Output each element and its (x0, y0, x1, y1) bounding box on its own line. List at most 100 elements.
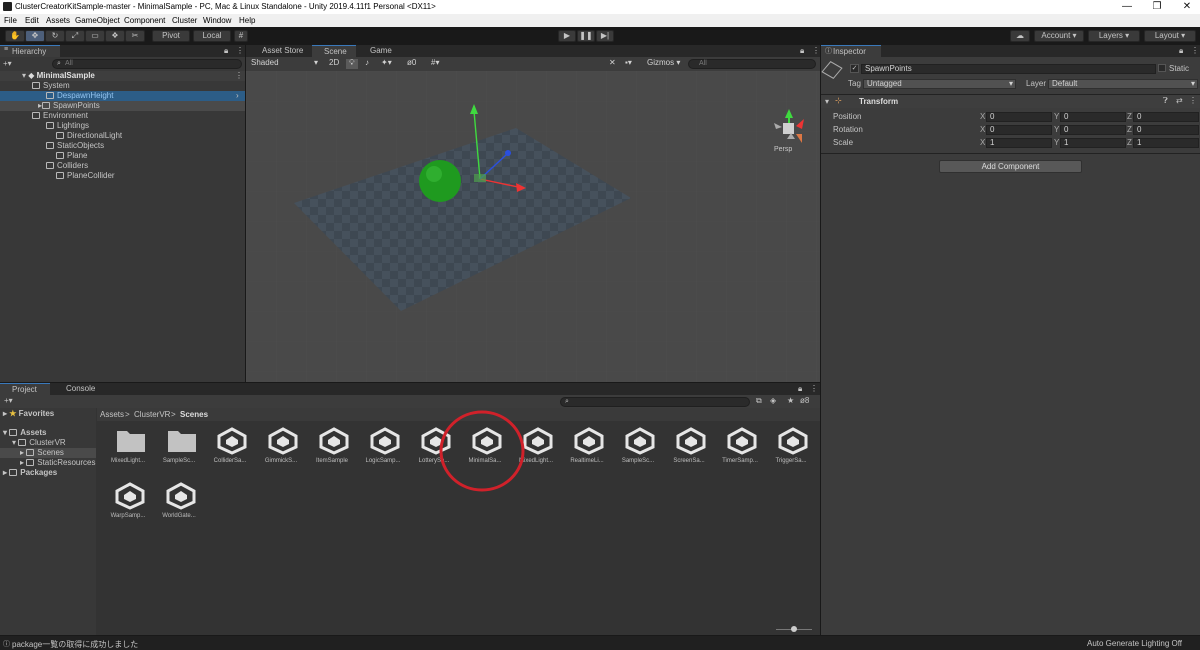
effects-dropdown-icon[interactable]: ✦▾ (378, 59, 400, 69)
hand-tool-icon[interactable]: ✋ (5, 30, 25, 42)
favorites-row[interactable]: ▸ ★ Favorites (3, 409, 54, 419)
tree-item-plane[interactable]: Plane (56, 151, 87, 161)
menu-file[interactable]: File (4, 16, 17, 25)
rotation-y-input[interactable]: 0 (1060, 125, 1126, 135)
object-name-field[interactable]: SpawnPoints (861, 64, 1156, 74)
pause-button[interactable]: ❚❚ (577, 30, 595, 42)
scene-menu-icon[interactable]: ⋮ (235, 71, 243, 81)
tools-icon[interactable]: ✕ (606, 59, 618, 69)
menu-edit[interactable]: Edit (25, 16, 39, 25)
tab-asset-store[interactable]: Asset Store (250, 45, 308, 57)
position-z-input[interactable]: 0 (1133, 112, 1199, 122)
persp-label[interactable]: Persp (774, 146, 792, 153)
menu-window[interactable]: Window (203, 16, 231, 25)
green-sphere[interactable] (419, 160, 461, 202)
chevron-right-icon[interactable]: › (236, 91, 239, 101)
pivot-toggle[interactable]: Pivot (152, 30, 190, 42)
rotation-z-input[interactable]: 0 (1133, 125, 1199, 135)
tree-item-spawnpoints[interactable]: ▸ SpawnPoints (0, 101, 245, 111)
2d-toggle[interactable]: 2D (326, 59, 340, 69)
chevron-down-icon[interactable]: ▾ (825, 97, 829, 106)
asset-item[interactable]: SampleSc... (613, 423, 663, 473)
asset-item[interactable]: ScreenSa... (664, 423, 714, 473)
move-tool-icon[interactable]: ✥ (25, 30, 45, 42)
menu-assets[interactable]: Assets (46, 16, 70, 25)
tree-item-planecollider[interactable]: PlaneCollider (56, 171, 115, 181)
menu-kebab-icon[interactable]: ⋮ (1191, 46, 1199, 55)
create-button[interactable]: +▾ (3, 59, 19, 69)
shading-mode-dropdown[interactable]: Shaded ▾ (248, 59, 320, 69)
menu-help[interactable]: Help (239, 16, 255, 25)
custom-tool-icon[interactable]: ✂ (125, 30, 145, 42)
scale-x-input[interactable]: 1 (986, 138, 1052, 148)
transform-header[interactable]: ▾ ⊹ Transform ❓︎ ⇄ ⋮ (821, 95, 1200, 108)
tree-item-directionallight[interactable]: DirectionalLight (56, 131, 122, 141)
lock-icon[interactable]: 🔒︎ (1179, 46, 1183, 56)
rotate-tool-icon[interactable]: ↻ (45, 30, 65, 42)
step-button[interactable]: ▶| (596, 30, 614, 42)
tab-game[interactable]: Game (358, 45, 402, 57)
tab-hierarchy[interactable]: Hierarchy (0, 45, 60, 57)
tree-item-lightings[interactable]: Lightings (46, 121, 89, 131)
help-icon[interactable]: ❓︎ (1163, 96, 1168, 106)
camera-dropdown-icon[interactable]: ▪▾ (622, 59, 640, 69)
maximize-button[interactable]: ❐ (1142, 0, 1172, 14)
static-checkbox[interactable] (1158, 64, 1166, 72)
tab-project[interactable]: Project (0, 383, 50, 395)
asset-item[interactable]: ColliderSa... (205, 423, 255, 473)
close-button[interactable]: ✕ (1172, 0, 1200, 14)
scene-root-row[interactable]: ▾ ◆ MinimalSample ⋮ (0, 71, 245, 81)
hidden-packages-toggle[interactable]: ø8 (800, 396, 809, 405)
asset-item[interactable]: GimmickS... (256, 423, 306, 473)
hidden-objects-toggle[interactable]: ø0 (404, 59, 424, 69)
menu-kebab-icon[interactable]: ⋮ (812, 46, 820, 55)
menu-gameobject[interactable]: GameObject (75, 16, 120, 25)
minimize-button[interactable]: — (1112, 0, 1142, 14)
asset-item[interactable]: TriggerSa... (766, 423, 816, 473)
tree-item-staticresources[interactable]: ▸ StaticResources (20, 458, 96, 468)
tree-item-system[interactable]: System (32, 81, 70, 91)
project-search-input[interactable]: ⌕ (560, 397, 750, 407)
lock-icon[interactable]: 🔒︎ (800, 46, 804, 56)
asset-item[interactable]: MixedLight... (103, 423, 153, 473)
audio-toggle-icon[interactable]: ♪ (362, 59, 374, 69)
asset-item[interactable]: LogicSamp... (358, 423, 408, 473)
create-button[interactable]: +▾ (4, 396, 13, 405)
asset-item[interactable]: RealtimeLi... (562, 423, 612, 473)
asset-item[interactable]: ItemSample (307, 423, 357, 473)
add-component-button[interactable]: Add Component (939, 160, 1082, 173)
layers-dropdown[interactable]: Layers ▾ (1088, 30, 1140, 42)
asset-item[interactable]: TimerSamp... (715, 423, 765, 473)
menu-kebab-icon[interactable]: ⋮ (810, 384, 818, 393)
tree-item-clustervr[interactable]: ▾ ClusterVR (12, 438, 66, 448)
active-checkbox[interactable]: ✓ (850, 64, 859, 73)
breadcrumb-assets[interactable]: Assets (100, 410, 124, 419)
scale-z-input[interactable]: 1 (1133, 138, 1199, 148)
position-y-input[interactable]: 0 (1060, 112, 1126, 122)
lock-icon[interactable]: 🔒︎ (224, 46, 228, 56)
breadcrumb-clustervr[interactable]: ClusterVR (134, 410, 170, 419)
asset-item[interactable]: SampleSc... (154, 423, 204, 473)
tree-item-staticobjects[interactable]: StaticObjects (46, 141, 104, 151)
grid-dropdown-icon[interactable]: #▾ (428, 59, 450, 69)
asset-item[interactable]: WarpSamp... (103, 478, 153, 528)
tree-item-scenes[interactable]: ▸ Scenes (0, 448, 96, 458)
transform-tool-icon[interactable]: ❖ (105, 30, 125, 42)
packages-row[interactable]: ▸ Packages (3, 468, 57, 478)
menu-cluster[interactable]: Cluster (172, 16, 197, 25)
auto-lighting-status[interactable]: Auto Generate Lighting Off (1087, 639, 1182, 648)
menu-component[interactable]: Component (124, 16, 165, 25)
filter-type-icon[interactable]: ⧉ (756, 396, 762, 406)
position-x-input[interactable]: 0 (986, 112, 1052, 122)
tree-item-despawnheight[interactable]: DespawnHeight › (0, 91, 245, 101)
filter-label-icon[interactable]: ◈ (770, 396, 776, 405)
collab-cloud-icon[interactable]: ☁ (1010, 30, 1030, 42)
rect-tool-icon[interactable]: ▭ (85, 30, 105, 42)
local-toggle[interactable]: Local (193, 30, 231, 42)
favorite-star-icon[interactable]: ★ (787, 396, 794, 405)
grid-snap-icon[interactable]: # (234, 30, 248, 42)
rotation-x-input[interactable]: 0 (986, 125, 1052, 135)
tab-scene[interactable]: Scene (312, 45, 356, 57)
asset-item[interactable]: WorldGate... (154, 478, 204, 528)
tree-item-colliders[interactable]: Colliders (46, 161, 88, 171)
